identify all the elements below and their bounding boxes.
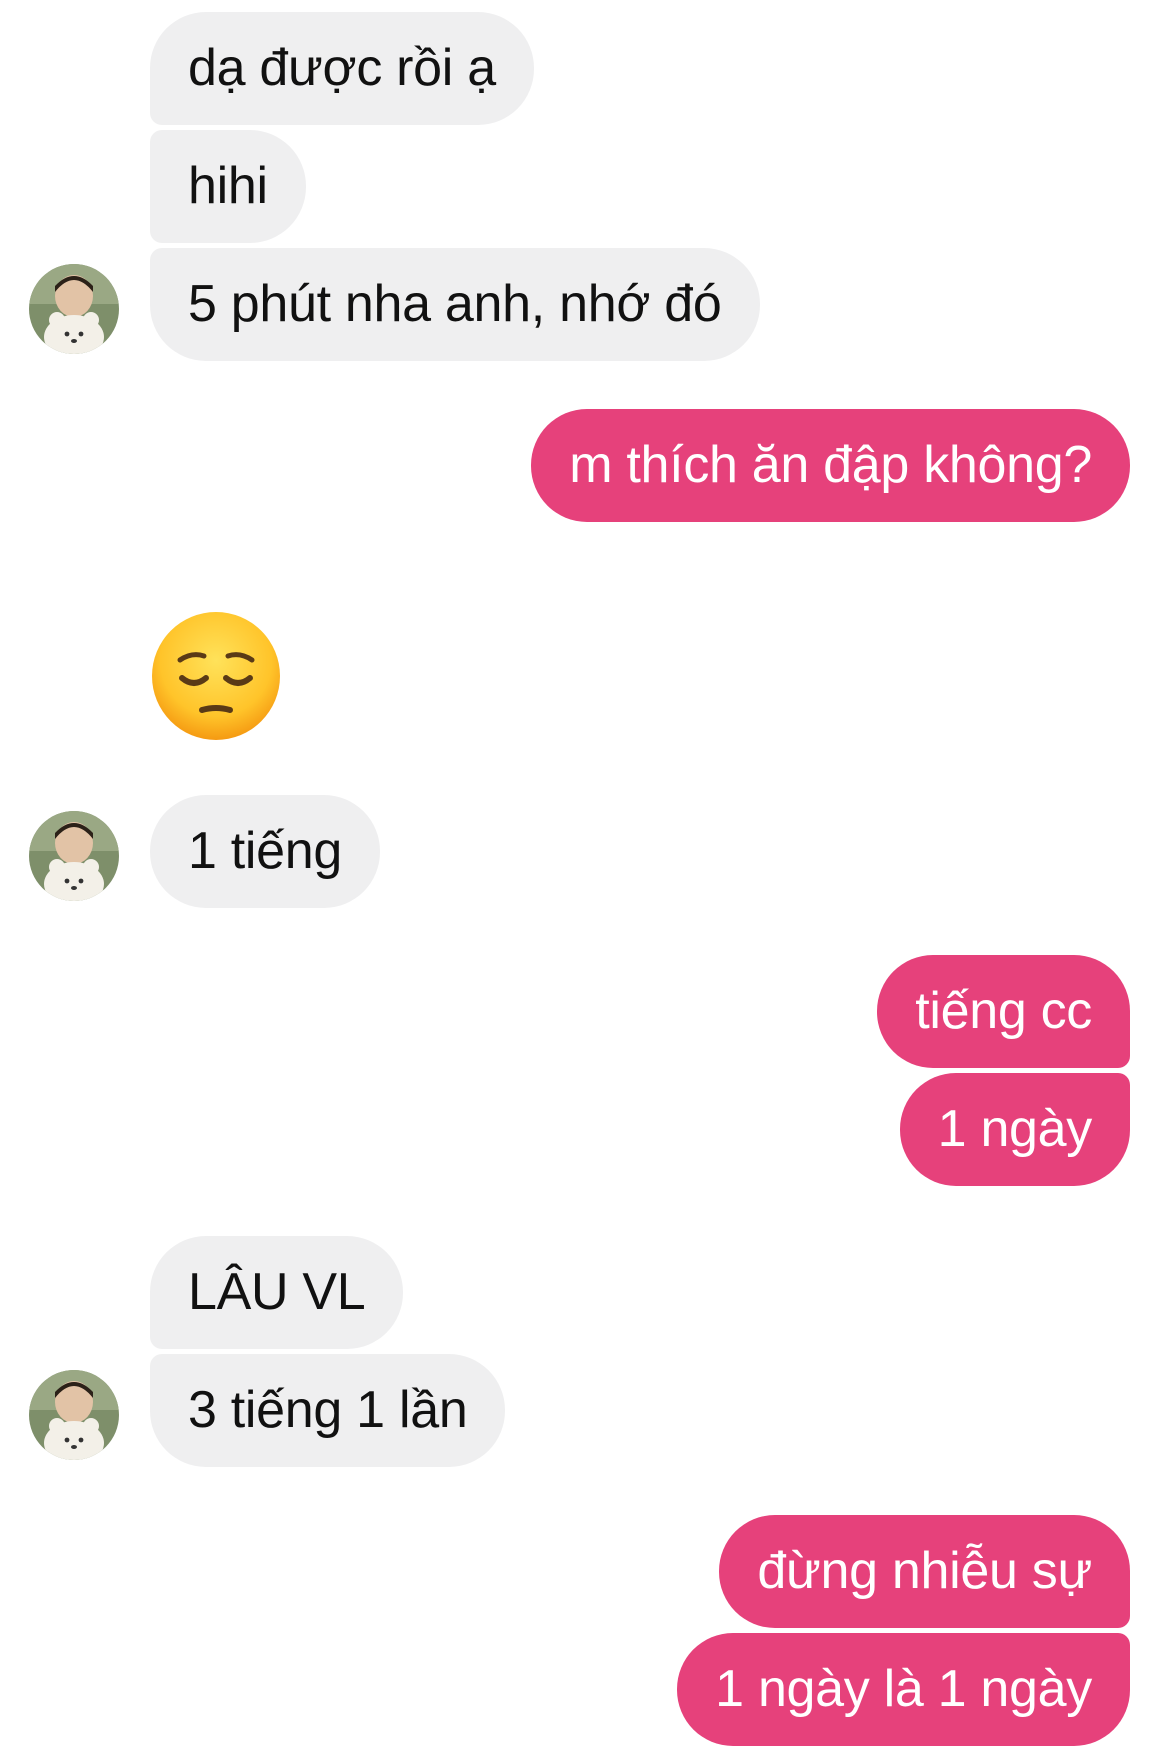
message-bubble-incoming[interactable]: LÂU VL — [150, 1236, 404, 1349]
pensive-face-icon[interactable] — [150, 610, 282, 742]
contact-avatar[interactable] — [29, 811, 119, 901]
contact-avatar[interactable] — [29, 264, 119, 354]
message-bubble-outgoing[interactable]: đừng nhiễu sự — [719, 1515, 1130, 1628]
message-bubble-incoming[interactable]: 1 tiếng — [150, 795, 381, 908]
message-bubble-outgoing[interactable]: m thích ăn đập không? — [531, 409, 1130, 522]
message-bubble-outgoing[interactable]: tiếng cc — [877, 955, 1130, 1068]
message-bubble-incoming[interactable]: 5 phút nha anh, nhớ đó — [150, 248, 760, 361]
message-bubble-incoming[interactable]: hihi — [150, 130, 306, 243]
message-bubble-outgoing[interactable]: 1 ngày — [899, 1073, 1130, 1186]
message-bubble-incoming[interactable]: dạ được rồi ạ — [150, 12, 534, 125]
contact-avatar[interactable] — [29, 1370, 119, 1460]
message-bubble-outgoing[interactable]: 1 ngày là 1 ngày — [677, 1633, 1130, 1746]
message-bubble-incoming[interactable]: 3 tiếng 1 lần — [150, 1354, 506, 1467]
